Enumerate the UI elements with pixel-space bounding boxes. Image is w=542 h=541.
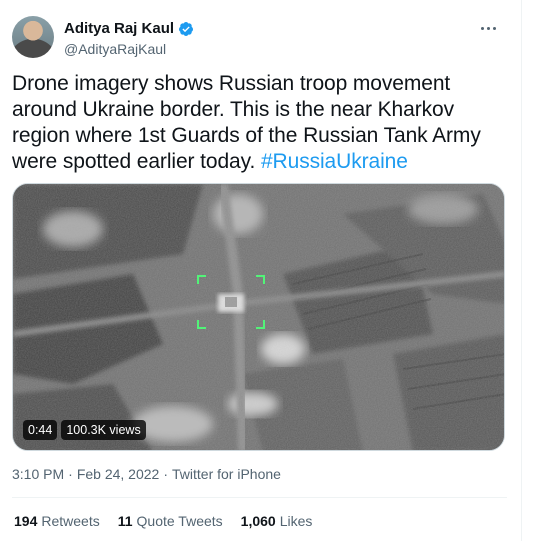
tweet-body: Drone imagery shows Russian troop moveme… — [12, 72, 481, 173]
avatar[interactable] — [12, 16, 54, 58]
tweet-card: Aditya Raj Kaul @AdityaRajKaul Drone ima… — [0, 0, 522, 541]
quote-tweets-count: 11 — [117, 513, 133, 529]
tweet-meta: 3:10 PM · Feb 24, 2022 · Twitter for iPh… — [12, 466, 281, 482]
divider — [12, 497, 507, 498]
tweet-text: Drone imagery shows Russian troop moveme… — [12, 71, 508, 175]
tweet-date[interactable]: Feb 24, 2022 — [77, 466, 160, 482]
meta-separator: · — [68, 466, 73, 482]
retweets-count: 194 — [14, 513, 38, 529]
likes-label: Likes — [279, 513, 313, 529]
likes-count: 1,060 — [240, 513, 276, 529]
quote-tweets-label: Quote Tweets — [136, 513, 223, 529]
tweet-header: Aditya Raj Kaul @AdityaRajKaul — [12, 14, 507, 60]
verified-badge-icon — [179, 21, 194, 36]
tweet-time[interactable]: 3:10 PM — [12, 466, 64, 482]
meta-separator: · — [163, 466, 168, 482]
user-handle[interactable]: @AdityaRajKaul — [64, 41, 166, 57]
hashtag-link[interactable]: #RussiaUkraine — [261, 150, 408, 173]
tweet-source[interactable]: Twitter for iPhone — [172, 466, 281, 482]
retweets-stat[interactable]: 194 Retweets — [14, 513, 100, 529]
video-duration: 0:44 — [23, 420, 58, 440]
engagement-stats: 194 Retweets 11 Quote Tweets 1,060 Likes — [14, 513, 312, 529]
likes-stat[interactable]: 1,060 Likes — [241, 513, 313, 529]
quote-tweets-stat[interactable]: 11 Quote Tweets — [118, 513, 223, 529]
video-views: 100.3K views — [61, 420, 146, 440]
more-options-icon[interactable] — [475, 18, 501, 38]
video-frame — [13, 184, 504, 450]
video-player[interactable]: 0:44 100.3K views — [12, 183, 505, 451]
video-badges: 0:44 100.3K views — [23, 420, 146, 440]
display-name[interactable]: Aditya Raj Kaul — [64, 20, 174, 37]
name-row[interactable]: Aditya Raj Kaul — [64, 20, 194, 37]
retweets-label: Retweets — [41, 513, 100, 529]
